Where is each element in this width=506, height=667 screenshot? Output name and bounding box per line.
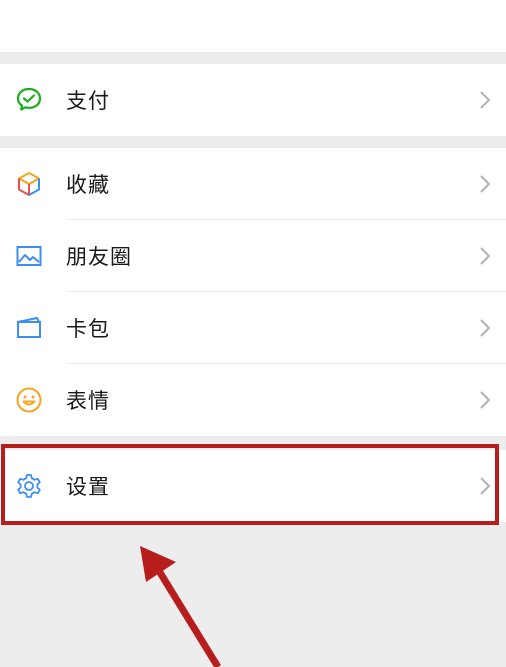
menu-item-card-wallet-label: 卡包 — [66, 317, 110, 341]
menu-item-card-wallet[interactable]: 卡包 — [0, 292, 506, 364]
chevron-right-icon — [478, 89, 492, 111]
chevron-right-icon — [478, 317, 492, 339]
menu-item-moments-label: 朋友圈 — [66, 245, 132, 269]
chevron-right-icon — [478, 475, 492, 497]
menu-item-settings[interactable]: 设置 — [0, 450, 506, 522]
menu-item-stickers-label: 表情 — [66, 389, 110, 413]
profile-card[interactable] — [0, 0, 506, 52]
menu-item-moments[interactable]: 朋友圈 — [0, 220, 506, 292]
menu-item-pay-label: 支付 — [66, 89, 110, 113]
settings-group: 设置 — [0, 450, 506, 522]
menu-item-pay[interactable]: 支付 — [0, 64, 506, 136]
smiley-icon — [14, 385, 44, 415]
menu-item-favorites[interactable]: 收藏 — [0, 148, 506, 220]
chevron-right-icon — [478, 173, 492, 195]
gear-icon — [14, 471, 44, 501]
menu-item-settings-label: 设置 — [66, 475, 110, 499]
menu-item-favorites-label: 收藏 — [66, 173, 110, 197]
main-menu-group: 收藏 朋友圈 卡包 表情 — [0, 148, 506, 436]
pay-group: 支付 — [0, 64, 506, 136]
image-icon — [14, 241, 44, 271]
wechat-pay-icon — [14, 85, 44, 115]
card-wallet-icon — [14, 313, 44, 343]
chevron-right-icon — [478, 245, 492, 267]
cube-icon — [14, 169, 44, 199]
chevron-right-icon — [478, 389, 492, 411]
menu-item-stickers[interactable]: 表情 — [0, 364, 506, 436]
